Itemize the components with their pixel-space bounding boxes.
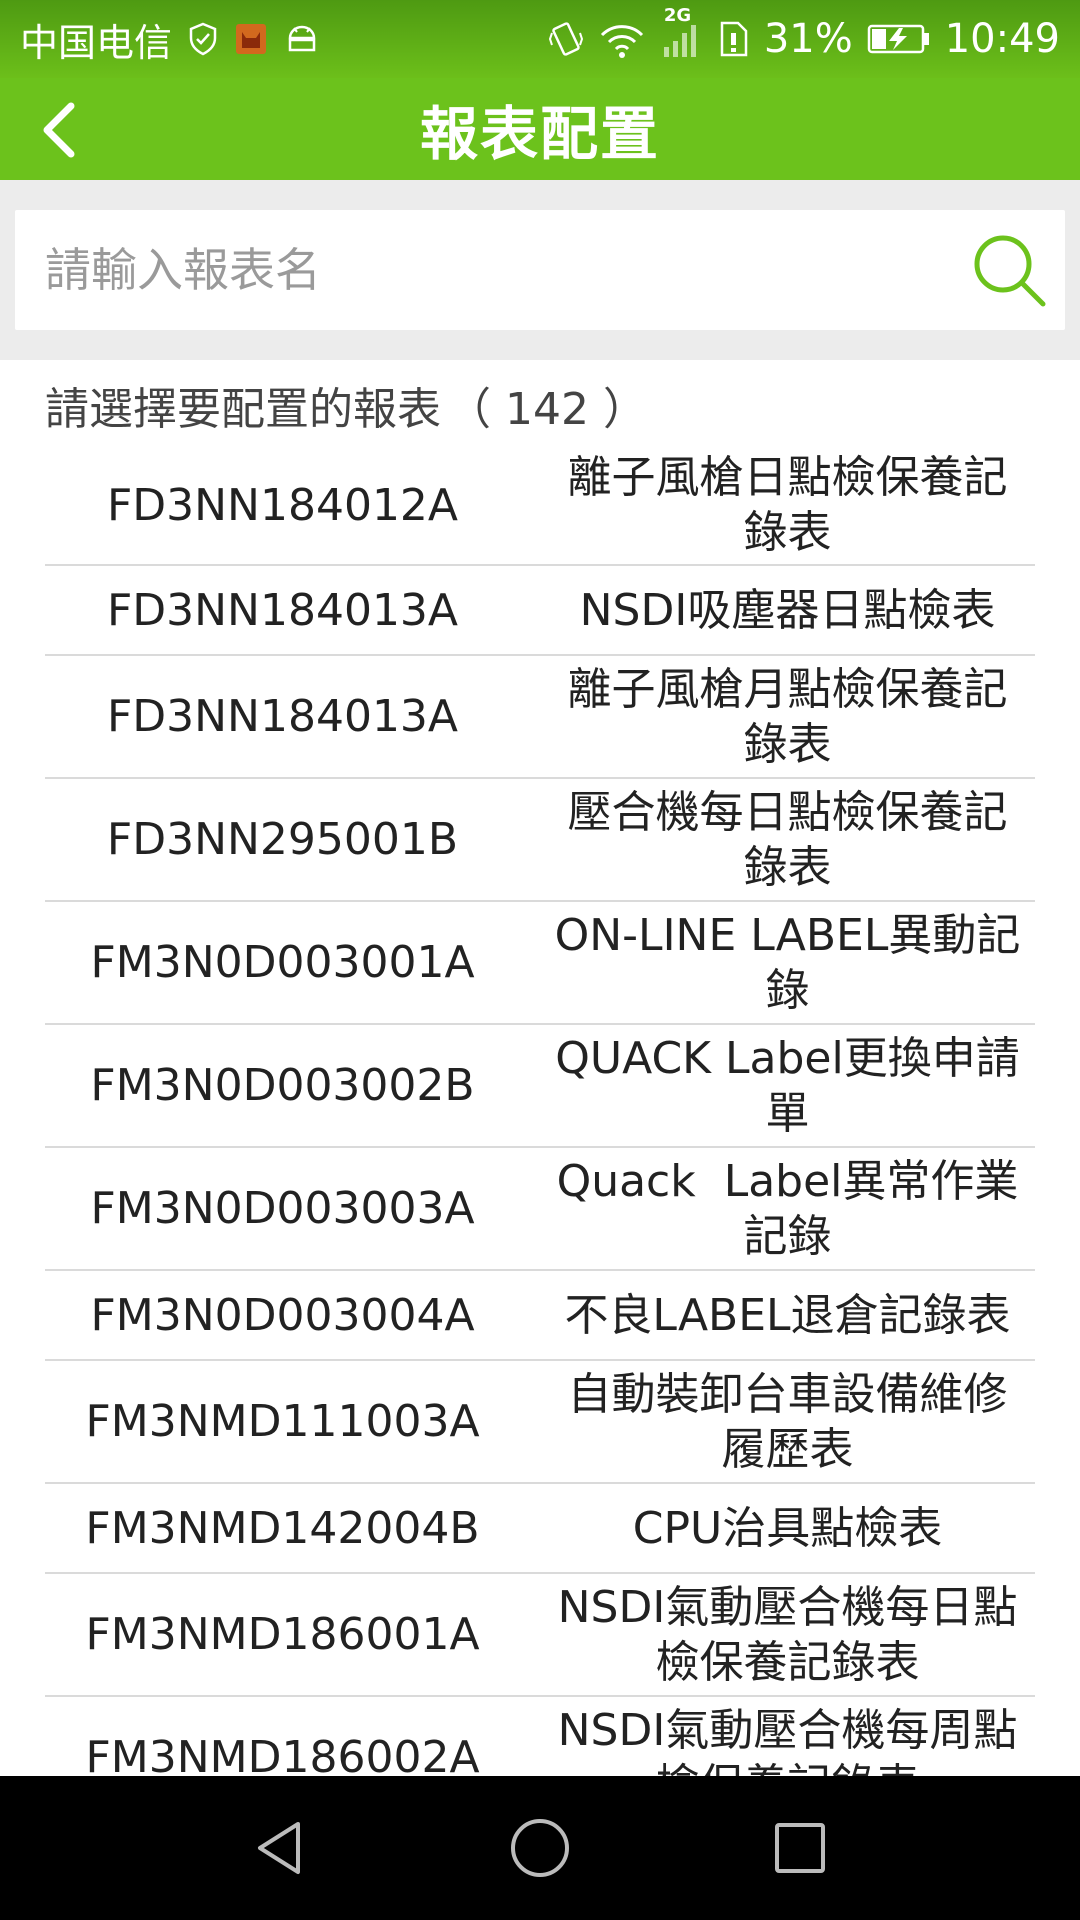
report-name: 離子風槍日點檢保養記錄表: [567, 452, 1008, 558]
search-icon: [974, 235, 1046, 307]
vibrate-icon: [548, 19, 584, 59]
report-code: FM3NMD142004B: [85, 1502, 480, 1554]
list-item[interactable]: FM3N0D003002B QUACK Label更換申請單: [45, 1025, 1035, 1148]
battery-percent: 31%: [763, 16, 853, 62]
list-item[interactable]: FD3NN184013A 離子風槍月點檢保養記錄表: [45, 656, 1035, 779]
home-circle-icon: [511, 1819, 569, 1877]
report-name: NSDI吸塵器日點檢表: [579, 584, 996, 636]
report-code: FM3N0D003003A: [90, 1183, 475, 1234]
search-box: [15, 210, 1065, 330]
list-item[interactable]: FM3N0D003003A Quack Label異常作業記錄: [45, 1148, 1035, 1271]
title-bar: 報表配置: [0, 78, 1080, 180]
report-list-section: 請選擇要配置的報表 （ 142 ） FD3NN184012A 離子風槍日點檢保養…: [0, 360, 1080, 1776]
carrier-label: 中国电信: [20, 20, 173, 65]
report-code: FD3NN184013A: [106, 584, 459, 636]
report-name: QUACK Label更換申請單: [555, 1032, 1020, 1139]
list-item[interactable]: FD3NN184012A 離子風槍日點檢保養記錄表: [45, 446, 1035, 566]
list-header: 請選擇要配置的報表 （ 142 ）: [45, 370, 647, 440]
report-name: 不良LABEL退倉記錄表: [564, 1289, 1011, 1341]
list-item[interactable]: FM3N0D003001A ON-LINE LABEL異動記錄: [45, 902, 1035, 1025]
report-code: FM3NMD111003A: [85, 1396, 480, 1447]
list-item[interactable]: FM3N0D003004A 不良LABEL退倉記錄表: [45, 1271, 1035, 1361]
report-code: FD3NN184013A: [106, 691, 459, 742]
page-title: 報表配置: [419, 100, 660, 168]
report-count: （ 142 ）: [447, 384, 647, 435]
report-name: 離子風槍月點檢保養記錄表: [567, 663, 1008, 770]
list-item[interactable]: FM3NMD142004B CPU治具點檢表: [45, 1484, 1035, 1574]
list-item[interactable]: FD3NN184013A NSDI吸塵器日點檢表: [45, 566, 1035, 656]
search-button[interactable]: [967, 228, 1051, 312]
sim-alert-icon: [716, 19, 750, 59]
back-button[interactable]: [18, 88, 102, 172]
list-item[interactable]: FD3NN295001B 壓合機每日點檢保養記錄表: [45, 779, 1035, 902]
report-code: FM3N0D003004A: [90, 1289, 475, 1341]
chevron-left-icon: [43, 102, 75, 158]
search-area: [0, 180, 1080, 360]
report-name: 自動裝卸台車設備維修履歷表: [567, 1368, 1008, 1475]
nav-back-button[interactable]: [230, 1798, 330, 1898]
nav-home-button[interactable]: [490, 1798, 590, 1898]
clock: 10:49: [944, 16, 1060, 62]
list-item[interactable]: FM3NMD111003A 自動裝卸台車設備維修履歷表: [45, 1361, 1035, 1484]
android-icon: [284, 22, 320, 56]
status-left: 中国电信: [20, 12, 320, 67]
list-header-label: 請選擇要配置的報表: [45, 384, 441, 435]
list-item[interactable]: FM3NMD186001A NSDI氣動壓合機每日點檢保養記錄表: [45, 1574, 1035, 1697]
screen: 中国电信 2G 31% 10:49 報表配置 請輸入報表名 請選擇要配置的報表 …: [0, 0, 1080, 1920]
report-code: FD3NN295001B: [106, 814, 459, 865]
report-name: Quack Label異常作業記錄: [556, 1155, 1019, 1262]
status-right: 2G 31% 10:49: [548, 5, 1060, 62]
list-item[interactable]: FM3NMD186002A NSDI氣動壓合機每周點檢保養記錄表: [45, 1697, 1035, 1777]
cat-notification-icon: [234, 22, 268, 56]
back-triangle-icon: [258, 1822, 300, 1874]
navigation-bar: [0, 1776, 1080, 1920]
report-code: FM3NMD186001A: [85, 1609, 480, 1660]
report-list: FD3NN184012A 離子風槍日點檢保養記錄表 FD3NN184013A N…: [45, 446, 1035, 1776]
report-name: 壓合機每日點檢保養記錄表: [567, 786, 1008, 893]
network-type-label: 2G: [663, 5, 692, 26]
report-name: CPU治具點檢表: [632, 1502, 943, 1554]
report-name: NSDI氣動壓合機每周點檢保養記錄表: [557, 1704, 1018, 1777]
cellular-signal-icon: 2G: [660, 5, 702, 59]
report-code: FM3N0D003002B: [90, 1060, 475, 1111]
report-code: FM3N0D003001A: [90, 937, 475, 988]
report-name: NSDI氣動壓合機每日點檢保養記錄表: [557, 1581, 1018, 1688]
nav-recents-button[interactable]: [750, 1798, 850, 1898]
battery-charging-icon: [867, 22, 931, 56]
status-bar: 中国电信 2G 31% 10:49: [0, 0, 1080, 78]
report-code: FD3NN184012A: [106, 479, 459, 531]
report-code: FM3NMD186002A: [85, 1732, 480, 1776]
wifi-icon: [598, 19, 646, 59]
shield-check-icon: [188, 22, 218, 56]
report-name: ON-LINE LABEL異動記錄: [554, 909, 1021, 1016]
recents-square-icon: [775, 1823, 825, 1873]
search-input[interactable]: [45, 210, 945, 330]
